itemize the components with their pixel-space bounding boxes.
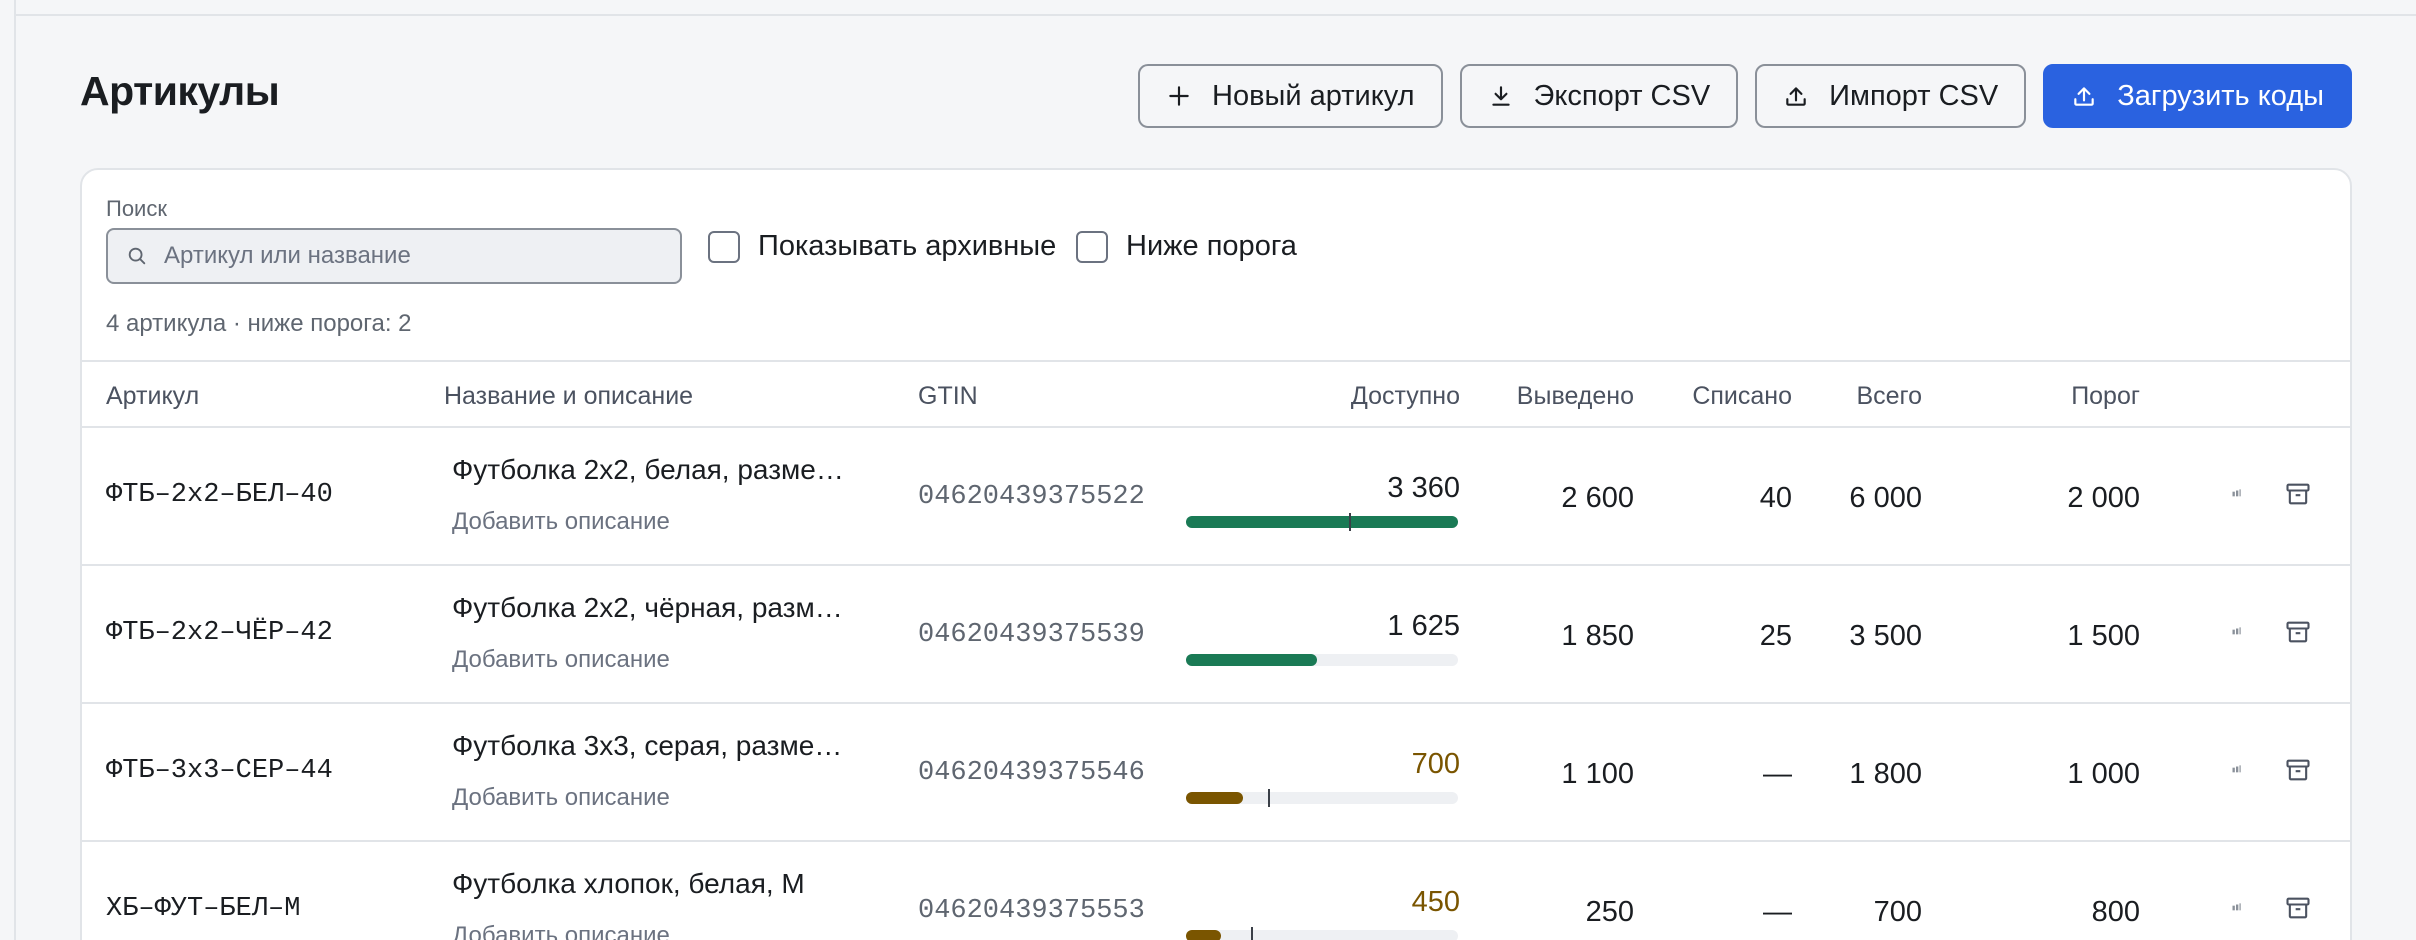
checkbox-box[interactable] [708, 230, 740, 263]
upload-icon [1783, 83, 1809, 109]
import-csv-button[interactable]: Импорт CSV [1755, 64, 2027, 128]
archive-icon[interactable] [2284, 756, 2312, 784]
sku-cell[interactable]: ФТБ–2х2–ЧЁР–42 [106, 618, 333, 648]
sku-cell[interactable]: ФТБ–2х2–БЕЛ–40 [106, 480, 333, 510]
table-row[interactable]: ХБ–ФУТ–БЕЛ–М Футболка хлопок, белая, M Д… [82, 842, 2350, 940]
upload-icon [2071, 83, 2097, 109]
header-threshold[interactable]: Порог [2071, 382, 2140, 411]
upload-codes-label: Загрузить коды [2117, 79, 2324, 112]
total-cell: 1 800 [1849, 758, 1922, 790]
add-description-link[interactable]: Добавить описание [452, 922, 670, 940]
edit-icon[interactable] [2222, 480, 2250, 508]
upload-codes-button[interactable]: Загрузить коды [2043, 64, 2352, 128]
written-off-cell: — [1763, 896, 1792, 928]
total-cell: 3 500 [1849, 620, 1922, 652]
availability-bar [1186, 513, 1458, 531]
threshold-marker [1349, 513, 1352, 531]
available-cell: 700 [1411, 748, 1460, 780]
threshold-marker [1267, 789, 1270, 807]
new-item-label: Новый артикул [1212, 79, 1415, 112]
availability-bar [1186, 654, 1458, 666]
download-icon [1488, 83, 1514, 109]
edit-icon[interactable] [2222, 756, 2250, 784]
toolbar: Новый артикул Экспорт CSV Импорт CSV Заг… [1138, 64, 2352, 128]
sku-cell[interactable]: ХБ–ФУТ–БЕЛ–М [106, 894, 300, 924]
import-csv-label: Импорт CSV [1829, 79, 1999, 112]
add-description-link[interactable]: Добавить описание [452, 784, 670, 812]
withdrawn-cell: 250 [1585, 896, 1634, 928]
summary-text: 4 артикула · ниже порога: 2 [106, 310, 412, 337]
availability-fill [1186, 930, 1222, 940]
name-cell[interactable]: Футболка хлопок, белая, M [452, 868, 805, 900]
add-description-link[interactable]: Добавить описание [452, 508, 670, 536]
export-csv-button[interactable]: Экспорт CSV [1459, 64, 1739, 128]
show-archived-label: Показывать архивные [758, 230, 1057, 262]
available-cell: 450 [1411, 886, 1460, 918]
header-name[interactable]: Название и описание [444, 382, 693, 411]
top-divider [14, 14, 2416, 16]
availability-bar [1186, 789, 1458, 807]
threshold-cell: 2 000 [2067, 482, 2140, 514]
plus-icon [1166, 83, 1192, 109]
header-withdrawn[interactable]: Выведено [1517, 382, 1634, 411]
withdrawn-cell: 1 100 [1561, 758, 1634, 790]
show-archived-checkbox[interactable]: Показывать архивные [708, 230, 1056, 263]
withdrawn-cell: 1 850 [1561, 620, 1634, 652]
below-threshold-label: Ниже порога [1126, 230, 1297, 262]
page-title: Артикулы [80, 68, 280, 114]
table-row[interactable]: ФТБ–3х3–СЕР–44 Футболка 3х3, серая, разм… [82, 704, 2350, 842]
archive-icon[interactable] [2284, 894, 2312, 922]
written-off-cell: 25 [1759, 620, 1792, 652]
availability-fill [1186, 654, 1317, 666]
withdrawn-cell: 2 600 [1561, 482, 1634, 514]
gtin-cell: 04620439375553 [918, 896, 1145, 926]
threshold-marker [1251, 927, 1254, 940]
written-off-cell: — [1763, 758, 1792, 790]
name-cell[interactable]: Футболка 2х2, белая, разме… [452, 454, 844, 486]
threshold-cell: 1 500 [2067, 620, 2140, 652]
left-divider [14, 0, 16, 940]
availability-fill [1186, 792, 1244, 804]
gtin-cell: 04620439375522 [918, 482, 1145, 512]
edit-icon[interactable] [2222, 618, 2250, 646]
gtin-cell: 04620439375546 [918, 758, 1145, 788]
available-cell: 1 625 [1387, 610, 1460, 642]
sku-cell[interactable]: ФТБ–3х3–СЕР–44 [106, 756, 333, 786]
search-input[interactable] [164, 242, 644, 270]
threshold-cell: 1 000 [2067, 758, 2140, 790]
total-cell: 700 [1873, 896, 1922, 928]
header-total[interactable]: Всего [1856, 382, 1922, 411]
search-field[interactable] [106, 228, 682, 284]
header-available[interactable]: Доступно [1351, 382, 1460, 411]
gtin-cell: 04620439375539 [918, 620, 1145, 650]
availability-bar [1186, 927, 1458, 940]
edit-icon[interactable] [2222, 894, 2250, 922]
availability-fill [1186, 516, 1458, 528]
search-icon [128, 247, 146, 265]
table-header: Артикул Название и описание GTIN Доступн… [82, 360, 2350, 428]
items-card: Поиск Показывать архивные Ниже порога 4 … [80, 168, 2352, 940]
archive-icon[interactable] [2284, 618, 2312, 646]
name-cell[interactable]: Футболка 2х2, чёрная, разм… [452, 592, 843, 624]
below-threshold-checkbox[interactable]: Ниже порога [1076, 230, 1297, 263]
written-off-cell: 40 [1759, 482, 1792, 514]
checkbox-box[interactable] [1076, 230, 1108, 263]
search-label: Поиск [106, 196, 167, 221]
table-row[interactable]: ФТБ–2х2–ЧЁР–42 Футболка 2х2, чёрная, раз… [82, 566, 2350, 704]
total-cell: 6 000 [1849, 482, 1922, 514]
table-row[interactable]: ФТБ–2х2–БЕЛ–40 Футболка 2х2, белая, разм… [82, 428, 2350, 566]
export-csv-label: Экспорт CSV [1533, 79, 1711, 112]
available-cell: 3 360 [1387, 472, 1460, 504]
header-gtin[interactable]: GTIN [918, 382, 978, 411]
header-sku[interactable]: Артикул [106, 382, 199, 411]
add-description-link[interactable]: Добавить описание [452, 646, 670, 674]
new-item-button[interactable]: Новый артикул [1138, 64, 1443, 128]
archive-icon[interactable] [2284, 480, 2312, 508]
threshold-cell: 800 [2091, 896, 2140, 928]
name-cell[interactable]: Футболка 3х3, серая, разме… [452, 730, 842, 762]
header-written-off[interactable]: Списано [1692, 382, 1792, 411]
